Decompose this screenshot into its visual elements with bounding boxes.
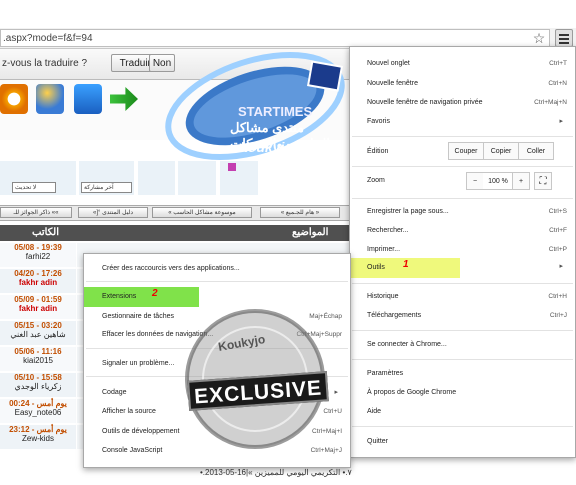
hamburger-icon [559,34,569,36]
menu-divider [352,359,573,360]
menu-bookmarks[interactable]: Favoris ▸ [350,113,575,131]
step-one-marker: 1 [403,259,409,270]
logo-brand: STARTIMES [238,104,313,119]
cut-button[interactable]: Couper [448,142,484,160]
table-row[interactable]: 05/10 - 15:58 زكرياء الوجدي [0,373,76,397]
menu-quit[interactable]: Quitter [350,433,575,451]
menu-find[interactable]: Rechercher... Ctrl+F [350,222,575,240]
menu-new-incognito-window[interactable]: Nouvelle fenêtre de navigation privée Ctr… [350,94,575,112]
row-user[interactable]: farhi22 [0,252,76,261]
chevron-right-icon: ▸ [559,263,563,270]
step-two-marker: 2 [152,288,158,299]
menu-new-window[interactable]: Nouvelle fenêtre Ctrl+N [350,75,575,93]
menu-divider [86,348,348,349]
menu-divider [352,198,573,199]
column-topics: المواضيع [292,227,329,238]
copy-button[interactable]: Copier [483,142,519,160]
row-date: 05/15 - 03:20 [14,321,62,330]
submenu-developer-tools[interactable]: Outils de développement Ctrl+Maj+I [84,423,350,441]
table-row[interactable]: 05/06 - 11:16 kiai2015 [0,347,76,371]
fullscreen-icon[interactable]: ⛶ [534,172,552,190]
submenu-report-issue[interactable]: Signaler un problème... [84,355,350,373]
table-row[interactable]: يوم أمس - 23:12 Zew-kids [0,425,76,449]
menu-save-page[interactable]: Enregistrer la page sous... Ctrl+S [350,203,575,221]
chrome-menu-button[interactable] [555,29,573,47]
row-user[interactable]: kiai2015 [0,356,76,365]
chevron-right-icon: ▸ [559,118,563,125]
row-user[interactable]: fakhr adin [0,278,76,287]
menu-settings[interactable]: Paramètres [350,365,575,383]
menu-about[interactable]: À propos de Google Chrome [350,384,575,402]
forum-toolbar: لا تحديث آخر مشاركة [0,158,350,196]
menu-divider [352,166,573,167]
chevron-right-icon: ▸ [334,389,338,396]
nav-awards[interactable]: ذاكر الجوائز للـ «« [0,207,72,218]
menu-divider [352,136,573,137]
submenu-task-manager[interactable]: Gestionnaire de tâches Maj+Échap [84,308,350,326]
chrome-main-menu: Nouvel onglet Ctrl+T Nouvelle fenêtre Ctrl… [349,46,576,458]
row-user[interactable]: Easy_note06 [0,408,76,417]
menu-sign-in[interactable]: Se connecter à Chrome... [350,336,575,354]
zoom-level: 100 % [483,172,513,190]
nav-important[interactable]: « هام للجـميع » [260,207,340,218]
menu-divider [352,330,573,331]
zoom-in-button[interactable]: + [512,172,530,190]
row-date: 05/06 - 11:16 [14,347,62,356]
row-date: 04/20 - 17:26 [14,269,62,278]
row-date: 05/09 - 01:59 [14,295,62,304]
tools-submenu: Créer des raccourcis vers des applicatio… [83,253,351,468]
last-topic-title[interactable]: •.٧.• التكريمي اليومي للمميزين »|16-05-2… [200,468,352,477]
menu-history[interactable]: Historique Ctrl+H [350,288,575,306]
row-date: يوم أمس - 23:12 [9,425,67,434]
row-date: 05/10 - 15:58 [14,373,62,382]
row-user[interactable]: Zew-kids [0,434,76,443]
row-user[interactable]: شاهين عبد الغني [0,330,76,339]
order-select[interactable]: آخر مشاركة [81,182,132,193]
submenu-javascript-console[interactable]: Console JavaScript Ctrl+Maj+J [84,442,350,460]
table-row[interactable]: يوم أمس - 00:24 Easy_note06 [0,399,76,423]
row-date: 05/08 - 19:39 [14,243,62,252]
topics-table-header: الكاتب المواضيع [0,225,350,241]
forum-icon-bar: STARTIMES منتدى مشاكل الحاسب والشبكات ko… [0,51,350,161]
menu-divider [352,426,573,427]
table-row[interactable]: 04/20 - 17:26 fakhr adin [0,269,76,293]
users-icon[interactable] [36,84,64,114]
menu-help[interactable]: Aide [350,403,575,421]
new-topic-icon[interactable] [228,163,236,171]
row-date: يوم أمس - 00:24 [9,399,67,408]
menu-divider [86,281,348,282]
submenu-extensions[interactable]: Extensions [84,287,199,307]
menu-print[interactable]: Imprimer... Ctrl+P [350,241,575,259]
submenu-create-shortcuts[interactable]: Créer des raccourcis vers des applicatio… [84,260,350,278]
arrow-icon[interactable] [110,87,138,111]
menu-downloads[interactable]: Téléchargements Ctrl+J [350,307,575,325]
refresh-select[interactable]: لا تحديث [12,182,56,193]
forum-nav: ذاكر الجوائز للـ «« «]° دليل المنتدى « م… [0,205,350,221]
column-author: الكاتب [32,227,59,238]
row-user[interactable]: fakhr adin [0,304,76,313]
table-row[interactable]: 05/15 - 03:20 شاهين عبد الغني [0,321,76,345]
menu-divider [352,283,573,284]
paste-button[interactable]: Coller [518,142,554,160]
table-row[interactable]: 05/08 - 19:39 farhi22 [0,243,76,267]
stats-icon[interactable] [74,84,102,114]
row-user[interactable]: زكرياء الوجدي [0,382,76,391]
url-text: .aspx?mode=f&f=94 [3,33,93,44]
zoom-out-button[interactable]: − [466,172,484,190]
clock-icon[interactable] [0,84,28,114]
nav-guide[interactable]: «]° دليل المنتدى [78,207,148,218]
logo-signature: koukyjo [240,139,293,155]
table-row[interactable]: 05/09 - 01:59 fakhr adin [0,295,76,319]
translate-prompt: z-vous la traduire ? [2,58,88,69]
menu-new-tab[interactable]: Nouvel onglet Ctrl+T [350,55,575,73]
nav-encyclopedia[interactable]: « موسوعة مشاكل الحاسب [152,207,252,218]
bookmark-star-icon[interactable]: ☆ [531,30,547,46]
